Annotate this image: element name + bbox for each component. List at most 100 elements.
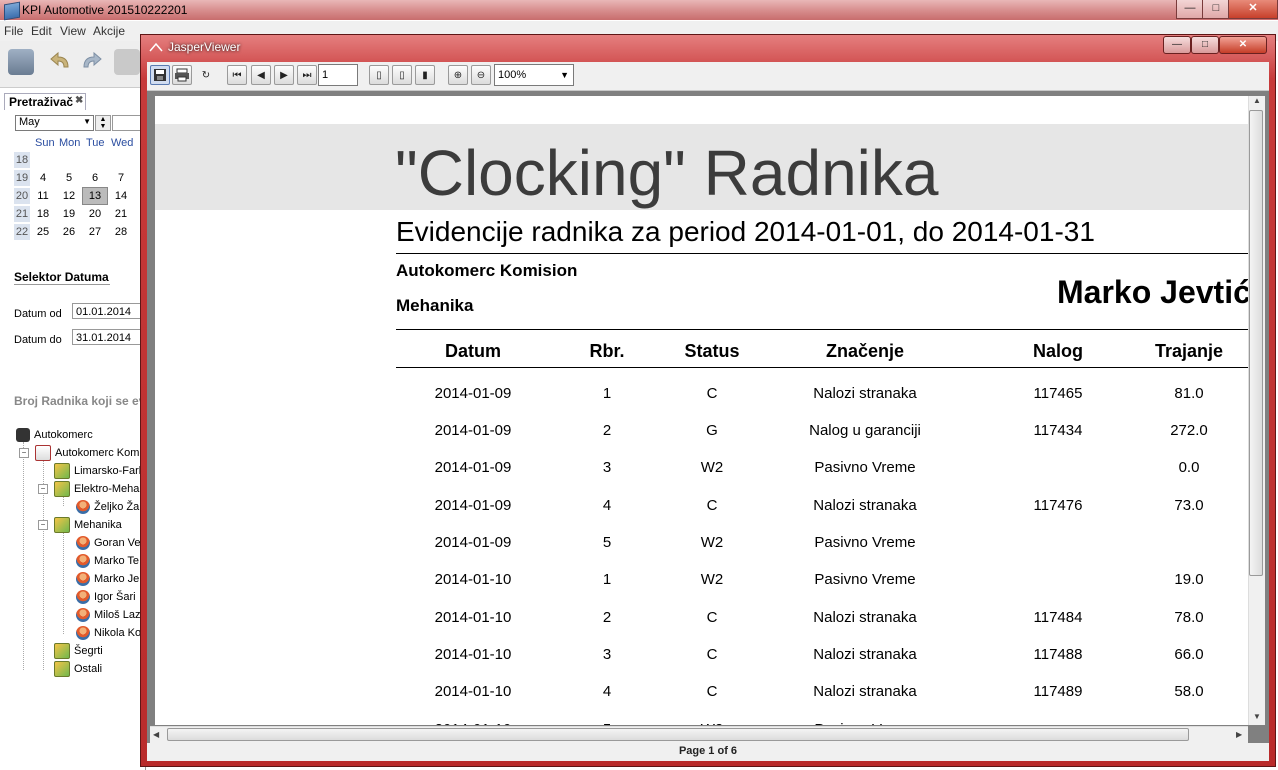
- fit-page-icon[interactable]: ▯: [392, 65, 412, 85]
- cal-day[interactable]: 26: [57, 224, 81, 240]
- vertical-scroll-thumb[interactable]: [1249, 110, 1263, 576]
- close-icon[interactable]: ✖: [75, 95, 83, 106]
- divider: [396, 367, 1248, 368]
- undo-icon[interactable]: [48, 49, 74, 75]
- collapse-toggle[interactable]: −: [38, 484, 48, 494]
- person-icon: [76, 536, 90, 551]
- scroll-up-icon[interactable]: ▲: [1253, 96, 1261, 105]
- zoom-select[interactable]: 100% ▼: [494, 64, 574, 86]
- cal-day[interactable]: 6: [83, 170, 107, 186]
- jasper-toolbar: ↻ ⏮ ◀ ▶ ⏭ ▯ ▯ ▮ ⊕ ⊖: [147, 62, 1269, 91]
- cal-day[interactable]: 12: [57, 188, 81, 204]
- tree-dept[interactable]: Limarsko-Farb: [54, 462, 145, 480]
- cell-trajanje: 81.0: [1174, 385, 1204, 402]
- cal-day[interactable]: 21: [109, 206, 133, 222]
- page-number-input[interactable]: 1: [318, 64, 358, 86]
- person-icon: [76, 626, 90, 641]
- collapse-toggle[interactable]: −: [38, 520, 48, 530]
- tree-dept[interactable]: Šegrti: [54, 642, 103, 660]
- zoom-out-icon[interactable]: ⊖: [471, 65, 491, 85]
- cal-day-selected[interactable]: 13: [82, 187, 108, 205]
- zoom-in-icon[interactable]: ⊕: [448, 65, 468, 85]
- jasper-minimize-button[interactable]: —: [1163, 36, 1191, 54]
- tree-label: Mehanika: [74, 519, 122, 531]
- cal-header-mon: Mon: [59, 137, 81, 149]
- next-page-icon[interactable]: ▶: [274, 65, 294, 85]
- actual-size-icon[interactable]: ▯: [369, 65, 389, 85]
- tree-label: Igor Šari: [94, 591, 136, 603]
- status-bar: Page 1 of 6: [147, 743, 1269, 761]
- cal-day[interactable]: 11: [31, 188, 55, 204]
- main-close-button[interactable]: ✕: [1228, 0, 1278, 19]
- reload-icon[interactable]: ↻: [196, 65, 216, 85]
- cell-nalog: 117476: [1033, 497, 1083, 514]
- menu-file[interactable]: File: [4, 24, 23, 38]
- divider: [14, 284, 110, 285]
- jasper-maximize-button[interactable]: □: [1191, 36, 1219, 54]
- cell-datum: 2014-01-10: [434, 683, 512, 700]
- redo-icon[interactable]: [78, 49, 104, 75]
- cal-day[interactable]: 7: [109, 170, 133, 186]
- cal-day[interactable]: 19: [57, 206, 81, 222]
- scroll-down-icon[interactable]: ▼: [1253, 712, 1261, 721]
- cal-day[interactable]: 18: [31, 206, 55, 222]
- cal-day[interactable]: 25: [31, 224, 55, 240]
- print-icon[interactable]: [172, 65, 192, 85]
- col-header-trajanje: Trajanje: [1154, 341, 1224, 361]
- cell-znacenje: Nalozi stranaka: [813, 497, 917, 514]
- col-header-nalog: Nalog: [1032, 341, 1083, 361]
- cell-nalog: 117489: [1033, 683, 1083, 700]
- date-to-field[interactable]: 31.01.2014: [72, 329, 142, 345]
- cell-status: C: [706, 683, 718, 700]
- tree-dept[interactable]: Elektro-Meha: [54, 480, 139, 498]
- cal-day[interactable]: 4: [31, 170, 55, 186]
- main-maximize-button[interactable]: □: [1202, 0, 1230, 19]
- jasper-close-button[interactable]: ✕: [1219, 36, 1267, 54]
- tree-person[interactable]: Igor Šari: [76, 588, 136, 606]
- tree-label: Autokomerc Komi: [55, 447, 142, 459]
- last-page-icon[interactable]: ⏭: [297, 65, 317, 85]
- menu-edit[interactable]: Edit: [31, 24, 52, 38]
- tree-person[interactable]: Marko Te: [76, 552, 139, 570]
- month-select[interactable]: May ▼: [15, 115, 94, 131]
- tree-person[interactable]: Marko Je: [76, 570, 139, 588]
- left-panel: Pretraživač ✖ May ▼ ▲ ▼ Sun Mon Tue Wed 1…: [0, 88, 147, 770]
- zoom-value: 100%: [498, 69, 527, 81]
- cal-day[interactable]: 14: [109, 188, 133, 204]
- cal-day[interactable]: 20: [83, 206, 107, 222]
- collapse-toggle[interactable]: −: [19, 448, 29, 458]
- save-all-icon[interactable]: [8, 49, 34, 75]
- tree-person[interactable]: Nikola Ko: [76, 624, 141, 642]
- fit-width-icon[interactable]: ▮: [415, 65, 435, 85]
- cal-day[interactable]: 28: [109, 224, 133, 240]
- month-spinner[interactable]: ▲ ▼: [95, 115, 111, 131]
- cell-rbr: 3: [602, 459, 612, 476]
- tree-dept[interactable]: Mehanika: [54, 516, 122, 534]
- tree-person[interactable]: Željko Ža: [76, 498, 139, 516]
- cell-rbr: 1: [602, 571, 612, 588]
- cell-status: C: [706, 385, 718, 402]
- chevron-down-icon: ▼: [83, 117, 91, 126]
- chart-icon[interactable]: [114, 49, 140, 75]
- previous-page-icon[interactable]: ◀: [251, 65, 271, 85]
- tree-root[interactable]: Autokomerc: [16, 426, 93, 444]
- menu-view[interactable]: View: [60, 24, 86, 38]
- scroll-right-icon[interactable]: ▶: [1236, 730, 1242, 739]
- tree-dept[interactable]: Ostali: [54, 660, 102, 678]
- main-minimize-button[interactable]: —: [1176, 0, 1204, 19]
- date-from-field[interactable]: 01.01.2014: [72, 303, 142, 319]
- cell-znacenje: Nalozi stranaka: [813, 385, 917, 402]
- cal-day[interactable]: 27: [83, 224, 107, 240]
- tree-person[interactable]: Goran Ve: [76, 534, 140, 552]
- cell-datum: 2014-01-09: [434, 422, 512, 439]
- first-page-icon[interactable]: ⏮: [227, 65, 247, 85]
- cell-trajanje: 272.0: [1170, 422, 1208, 439]
- save-icon[interactable]: [150, 65, 170, 85]
- cal-day[interactable]: 5: [57, 170, 81, 186]
- tree-company[interactable]: Autokomerc Komi: [35, 444, 142, 462]
- scroll-left-icon[interactable]: ◀: [153, 730, 159, 739]
- tab-pretrazivac[interactable]: Pretraživač ✖: [4, 93, 86, 110]
- horizontal-scroll-thumb[interactable]: [167, 728, 1189, 741]
- tree-person[interactable]: Miloš Laz: [76, 606, 140, 624]
- menu-akcije[interactable]: Akcije: [93, 24, 125, 38]
